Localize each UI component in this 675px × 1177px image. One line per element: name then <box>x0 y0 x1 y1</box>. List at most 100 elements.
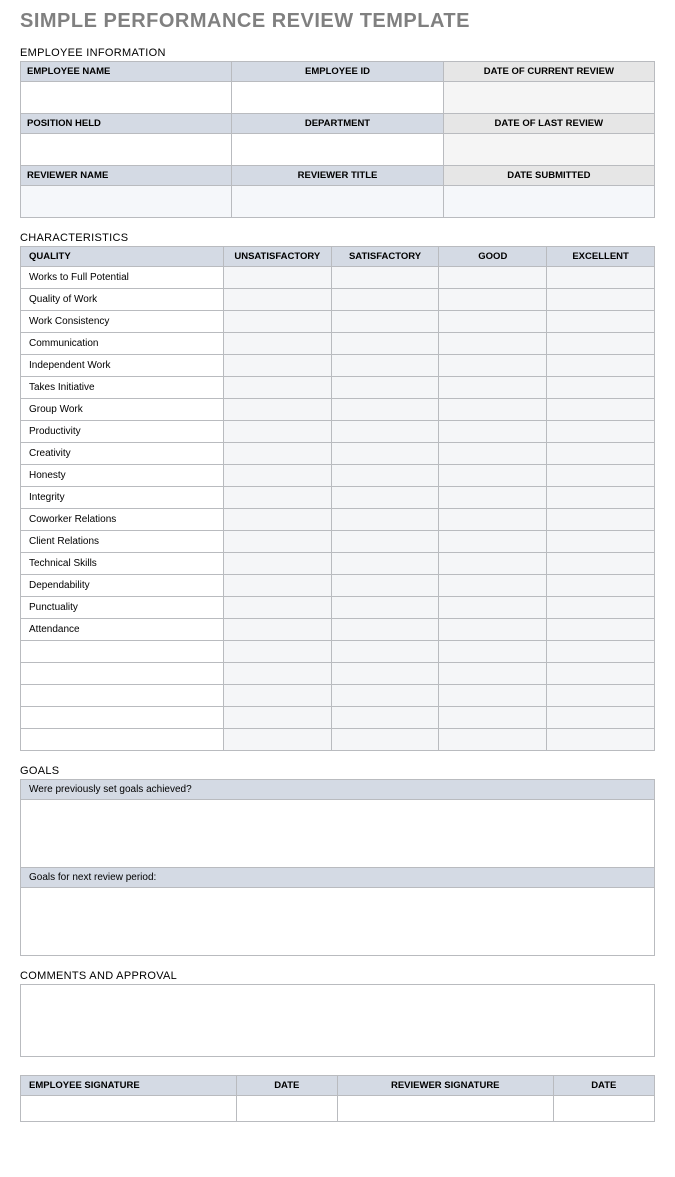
rating-cell[interactable] <box>331 443 439 465</box>
rating-cell[interactable] <box>439 377 547 399</box>
input-employee-name[interactable] <box>21 82 232 114</box>
rating-cell[interactable] <box>223 267 331 289</box>
rating-cell[interactable] <box>331 509 439 531</box>
rating-cell[interactable] <box>547 707 655 729</box>
rating-cell[interactable] <box>331 619 439 641</box>
rating-cell[interactable] <box>547 267 655 289</box>
rating-cell[interactable] <box>223 575 331 597</box>
input-employee-id[interactable] <box>232 82 443 114</box>
rating-cell[interactable] <box>223 465 331 487</box>
rating-cell[interactable] <box>331 399 439 421</box>
rating-cell[interactable] <box>331 267 439 289</box>
rating-cell[interactable] <box>331 553 439 575</box>
rating-cell[interactable] <box>223 641 331 663</box>
rating-cell[interactable] <box>439 707 547 729</box>
input-reviewer-signature[interactable] <box>337 1096 553 1122</box>
rating-cell[interactable] <box>439 553 547 575</box>
rating-cell[interactable] <box>331 377 439 399</box>
rating-cell[interactable] <box>331 597 439 619</box>
rating-cell[interactable] <box>547 311 655 333</box>
rating-cell[interactable] <box>439 575 547 597</box>
input-goals-next[interactable] <box>21 888 655 956</box>
rating-cell[interactable] <box>331 465 439 487</box>
rating-cell[interactable] <box>223 487 331 509</box>
input-sig-date1[interactable] <box>236 1096 337 1122</box>
rating-cell[interactable] <box>331 289 439 311</box>
rating-cell[interactable] <box>223 707 331 729</box>
rating-cell[interactable] <box>547 421 655 443</box>
input-date-last-review[interactable] <box>443 134 654 166</box>
input-reviewer-title[interactable] <box>232 186 443 218</box>
rating-cell[interactable] <box>547 531 655 553</box>
input-sig-date2[interactable] <box>553 1096 654 1122</box>
rating-cell[interactable] <box>547 333 655 355</box>
rating-cell[interactable] <box>547 465 655 487</box>
input-employee-signature[interactable] <box>21 1096 237 1122</box>
rating-cell[interactable] <box>223 729 331 751</box>
input-date-current-review[interactable] <box>443 82 654 114</box>
rating-cell[interactable] <box>547 289 655 311</box>
rating-cell[interactable] <box>223 553 331 575</box>
rating-cell[interactable] <box>547 597 655 619</box>
rating-cell[interactable] <box>331 641 439 663</box>
rating-cell[interactable] <box>331 487 439 509</box>
rating-cell[interactable] <box>439 597 547 619</box>
rating-cell[interactable] <box>547 355 655 377</box>
rating-cell[interactable] <box>439 729 547 751</box>
rating-cell[interactable] <box>547 663 655 685</box>
rating-cell[interactable] <box>439 355 547 377</box>
rating-cell[interactable] <box>223 311 331 333</box>
rating-cell[interactable] <box>439 289 547 311</box>
rating-cell[interactable] <box>223 443 331 465</box>
rating-cell[interactable] <box>331 531 439 553</box>
rating-cell[interactable] <box>439 333 547 355</box>
rating-cell[interactable] <box>439 663 547 685</box>
rating-cell[interactable] <box>331 311 439 333</box>
rating-cell[interactable] <box>223 377 331 399</box>
rating-cell[interactable] <box>547 487 655 509</box>
rating-cell[interactable] <box>547 685 655 707</box>
rating-cell[interactable] <box>547 509 655 531</box>
input-date-submitted[interactable] <box>443 186 654 218</box>
rating-cell[interactable] <box>439 399 547 421</box>
rating-cell[interactable] <box>439 619 547 641</box>
rating-cell[interactable] <box>439 641 547 663</box>
rating-cell[interactable] <box>331 663 439 685</box>
rating-cell[interactable] <box>223 663 331 685</box>
rating-cell[interactable] <box>547 729 655 751</box>
rating-cell[interactable] <box>223 597 331 619</box>
rating-cell[interactable] <box>331 685 439 707</box>
input-position-held[interactable] <box>21 134 232 166</box>
rating-cell[interactable] <box>223 289 331 311</box>
rating-cell[interactable] <box>223 531 331 553</box>
rating-cell[interactable] <box>439 487 547 509</box>
rating-cell[interactable] <box>331 729 439 751</box>
rating-cell[interactable] <box>223 399 331 421</box>
rating-cell[interactable] <box>547 399 655 421</box>
rating-cell[interactable] <box>439 509 547 531</box>
input-reviewer-name[interactable] <box>21 186 232 218</box>
rating-cell[interactable] <box>331 707 439 729</box>
rating-cell[interactable] <box>547 377 655 399</box>
rating-cell[interactable] <box>547 553 655 575</box>
rating-cell[interactable] <box>331 575 439 597</box>
rating-cell[interactable] <box>439 531 547 553</box>
rating-cell[interactable] <box>547 443 655 465</box>
rating-cell[interactable] <box>223 685 331 707</box>
rating-cell[interactable] <box>223 355 331 377</box>
rating-cell[interactable] <box>223 509 331 531</box>
rating-cell[interactable] <box>439 267 547 289</box>
rating-cell[interactable] <box>331 355 439 377</box>
rating-cell[interactable] <box>223 421 331 443</box>
input-department[interactable] <box>232 134 443 166</box>
rating-cell[interactable] <box>331 333 439 355</box>
rating-cell[interactable] <box>547 575 655 597</box>
rating-cell[interactable] <box>439 421 547 443</box>
rating-cell[interactable] <box>223 333 331 355</box>
rating-cell[interactable] <box>439 443 547 465</box>
rating-cell[interactable] <box>439 685 547 707</box>
input-goals-previous[interactable] <box>21 800 655 868</box>
rating-cell[interactable] <box>547 641 655 663</box>
rating-cell[interactable] <box>439 465 547 487</box>
rating-cell[interactable] <box>223 619 331 641</box>
